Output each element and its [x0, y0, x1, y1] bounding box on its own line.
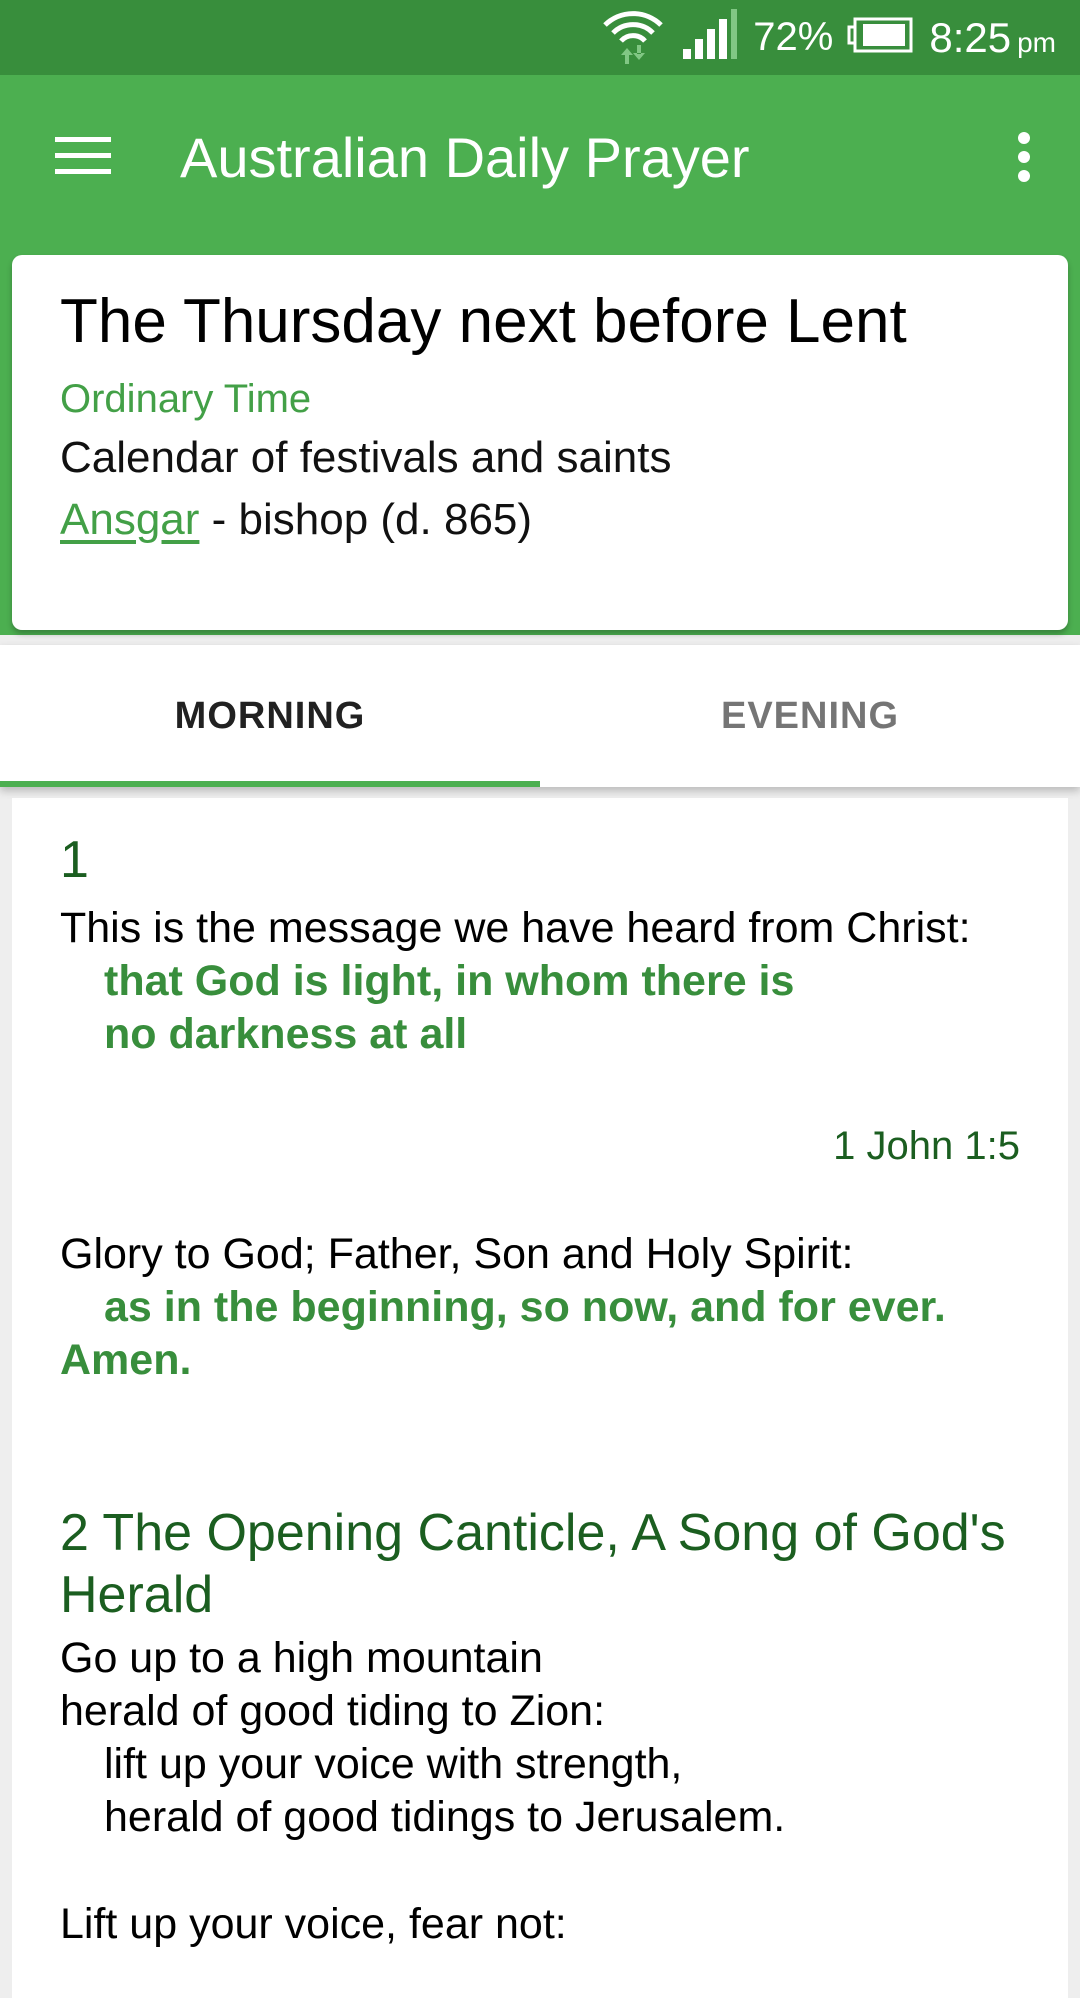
- tab-morning[interactable]: MORNING: [0, 645, 540, 787]
- clock-ampm: pm: [1017, 26, 1056, 58]
- canticle-line: Lift up your voice, fear not:: [60, 1900, 567, 1948]
- clock: 8:25 pm: [929, 14, 1056, 62]
- prayer-content[interactable]: 1 This is the message we have heard from…: [12, 798, 1068, 1998]
- calendar-label: Calendar of festivals and saints: [60, 433, 672, 482]
- scripture-reference: 1 John 1:5: [833, 1124, 1020, 1168]
- wifi-icon: [601, 5, 665, 70]
- canticle-line: Go up to a high mountain: [60, 1634, 543, 1682]
- canticle-line: herald of good tidings to Jerusalem.: [104, 1793, 786, 1841]
- response-line: that God is light, in whom there is: [104, 957, 795, 1005]
- canticle-line: lift up your voice with strength,: [104, 1740, 683, 1788]
- section-heading: 2 The Opening Canticle, A Song of God's …: [60, 1502, 1020, 1626]
- sentence-block: This is the message we have heard from C…: [60, 902, 1020, 1061]
- overflow-menu-button[interactable]: [992, 115, 1056, 203]
- status-bar: 72% 8:25 pm: [0, 0, 1080, 75]
- liturgical-season: Ordinary Time: [60, 377, 312, 421]
- canticle-line: herald of good tiding to Zion:: [60, 1687, 606, 1735]
- saint-link[interactable]: Ansgar: [60, 495, 199, 544]
- toolbar: Australian Daily Prayer: [0, 75, 1080, 245]
- section-heading-line: 2 The Opening Canticle, A Song of God's: [60, 1504, 1006, 1562]
- response-line: as in the beginning, so now, and for eve…: [104, 1283, 946, 1331]
- section-number: 1: [60, 831, 89, 889]
- status-icons: 72% 8:25 pm: [601, 0, 1056, 75]
- clock-time: 8:25: [929, 13, 1012, 61]
- cell-signal-icon: [679, 7, 739, 68]
- navigation-menu-button[interactable]: [40, 115, 128, 203]
- hamburger-menu-icon: [55, 135, 113, 184]
- gloria-line: Glory to God; Father, Son and Holy Spiri…: [60, 1230, 854, 1278]
- battery-icon: [847, 15, 915, 60]
- day-title: The Thursday next before Lent: [60, 287, 907, 356]
- amen-line: Amen.: [60, 1336, 192, 1384]
- more-vert-icon: [1016, 131, 1032, 188]
- canticle-block: Go up to a high mountain herald of good …: [60, 1632, 1020, 1951]
- battery-percent: 72%: [753, 15, 834, 59]
- tab-evening[interactable]: EVENING: [540, 645, 1080, 787]
- app-title: Australian Daily Prayer: [180, 126, 750, 189]
- gloria-block: Glory to God; Father, Son and Holy Spiri…: [60, 1228, 1020, 1387]
- response-line: no darkness at all: [104, 1010, 468, 1058]
- section-heading-line: Herald: [60, 1566, 214, 1624]
- tab-indicator: [0, 781, 540, 787]
- office-tabs: MORNING EVENING: [0, 645, 1080, 787]
- sentence-line: This is the message we have heard from C…: [60, 904, 971, 952]
- saint-commemoration: Ansgar - bishop (d. 865): [60, 489, 1020, 551]
- saint-detail: - bishop (d. 865): [199, 495, 533, 544]
- day-info-card: The Thursday next before Lent Ordinary T…: [12, 255, 1068, 630]
